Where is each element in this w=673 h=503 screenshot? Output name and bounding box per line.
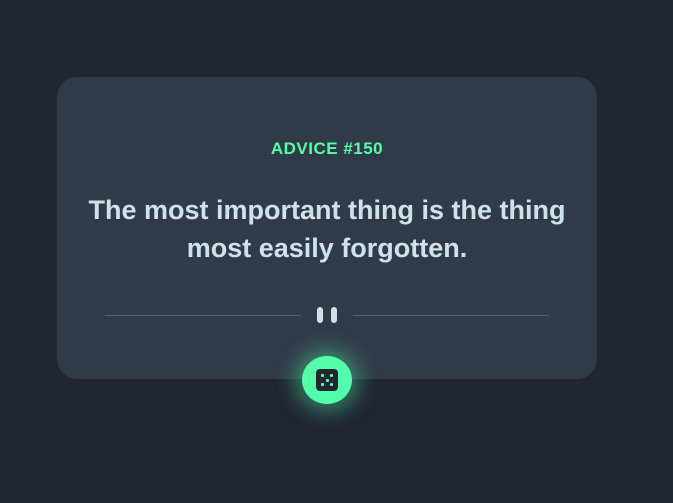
advice-card: ADVICE #150 The most important thing is … (57, 77, 597, 379)
advice-id: ADVICE #150 (270, 139, 384, 158)
divider-line-right (353, 315, 549, 316)
divider-line-left (105, 315, 301, 316)
divider (105, 307, 549, 323)
advice-quote: The most important thing is the thing mo… (88, 195, 566, 263)
new-advice-button[interactable] (302, 356, 352, 404)
dice-icon (316, 369, 338, 391)
pause-icon (317, 307, 337, 323)
